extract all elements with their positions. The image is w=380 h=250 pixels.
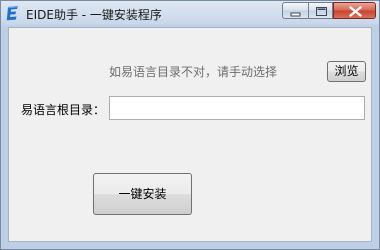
maximize-icon: [316, 7, 327, 16]
maximize-button[interactable]: [308, 2, 333, 19]
root-directory-label: 易语言根目录：: [21, 103, 106, 117]
window-title: EIDE助手 - 一键安装程序: [26, 8, 162, 22]
root-directory-input[interactable]: [109, 96, 365, 120]
eide-app-icon: [6, 5, 20, 21]
close-icon: [349, 6, 362, 17]
title-bar[interactable]: EIDE助手 - 一键安装程序: [1, 1, 379, 27]
minimize-icon: [290, 12, 301, 17]
directory-hint-text: 如易语言目录不对，请手动选择: [109, 65, 278, 79]
client-area: 如易语言目录不对，请手动选择 浏览 易语言根目录： 一键安装: [8, 27, 372, 242]
browse-button[interactable]: 浏览: [327, 61, 366, 82]
one-click-install-button[interactable]: 一键安装: [93, 173, 192, 215]
app-window: EIDE助手 - 一键安装程序 如易语言目录不对，请手动选择 浏览 易语言根目录…: [0, 0, 380, 250]
minimize-button[interactable]: [282, 2, 308, 19]
close-button[interactable]: [333, 2, 376, 19]
